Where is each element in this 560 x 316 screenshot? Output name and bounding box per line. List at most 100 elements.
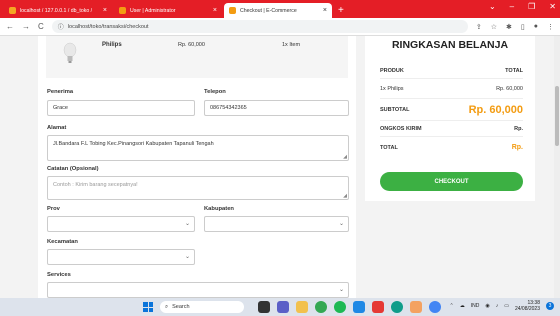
cloud-icon[interactable]: ☁ (460, 303, 465, 309)
page-scrollbar[interactable] (554, 36, 560, 298)
kecamatan-select[interactable]: ⌄ (47, 249, 195, 265)
chevron-down-icon: ⌄ (184, 221, 190, 227)
clock[interactable]: 13:38 24/08/2023 (515, 300, 540, 312)
telepon-input[interactable]: 086754342365 (204, 100, 349, 116)
tab-checkout[interactable]: Checkout | E-Commerce × (224, 3, 332, 18)
summary-title: RINGKASAN BELANJA (391, 39, 509, 51)
kabupaten-select[interactable]: ⌄ (204, 216, 349, 232)
profile-avatar-icon[interactable]: ● (534, 23, 538, 31)
checkout-page: Philips Rp. 60,000 1x Item Penerima Grac… (0, 36, 560, 298)
checkout-button[interactable]: CHECKOUT (380, 172, 523, 191)
light-bulb-image (63, 42, 77, 63)
subtotal-label: SUBTOTAL (380, 107, 410, 113)
penerima-label: Penerima (47, 89, 74, 95)
kabupaten-label: Kabupaten (204, 206, 234, 212)
catatan-textarea[interactable]: Contoh : Kirim barang secepatnya! ◢ (47, 176, 349, 200)
wifi-icon[interactable]: ◉ (485, 303, 489, 309)
catatan-label: Catatan (Opsional) (47, 166, 99, 172)
services-select[interactable]: ⌄ (47, 282, 349, 298)
subtotal-value: Rp. 60,000 (468, 104, 523, 116)
folder-icon[interactable] (410, 301, 422, 313)
chat-icon[interactable] (277, 301, 289, 313)
forward-icon[interactable]: → (22, 22, 30, 31)
phpmyadmin-favicon-icon (9, 7, 16, 14)
site-favicon-icon (229, 7, 236, 14)
url-text: localhost/toko/transaksi/checkout (67, 23, 149, 30)
penerima-value: Grace (53, 105, 68, 111)
tab-search-icon[interactable]: ⌄ (489, 2, 496, 11)
extensions-icon[interactable]: ✱ (506, 23, 512, 31)
tab-label: localhost / 127.0.0.1 / db_toko / (20, 7, 93, 14)
tab-label: Checkout | E-Commerce (240, 7, 297, 14)
battery-icon[interactable]: ▭ (504, 303, 509, 309)
chrome-profile-icon[interactable] (429, 301, 441, 313)
maximize-icon[interactable]: ❐ (528, 2, 535, 11)
taskbar-apps (258, 301, 441, 313)
divider (380, 120, 523, 121)
bookmark-star-icon[interactable]: ☆ (491, 23, 497, 31)
app-icon[interactable] (372, 301, 384, 313)
chevron-up-icon[interactable]: ⌃ (450, 303, 454, 309)
total-label: TOTAL (380, 144, 398, 151)
minimize-icon[interactable]: – (510, 2, 514, 11)
subtotal-row: SUBTOTAL Rp. 60,000 (380, 102, 523, 118)
site-favicon-icon (119, 7, 126, 14)
product-price: Rp. 60,000 (178, 42, 205, 48)
browser-tab-strip: localhost / 127.0.0.1 / db_toko / × User… (0, 0, 560, 18)
url-input[interactable]: ⓘ localhost/toko/transaksi/checkout (51, 20, 468, 33)
close-tab-icon[interactable]: × (323, 7, 327, 14)
chrome-icon[interactable] (315, 301, 327, 313)
clock-date: 24/08/2023 (514, 306, 540, 312)
volume-icon[interactable]: ♪ (496, 303, 499, 309)
scrollbar-thumb[interactable] (555, 86, 559, 146)
share-icon[interactable]: ⇪ (476, 23, 482, 31)
cart-product-row: Philips Rp. 60,000 1x Item (46, 36, 348, 78)
language-indicator[interactable]: IND (471, 303, 480, 309)
taskbar-search-label: Search (172, 304, 190, 310)
address-bar-row: ← → C ⓘ localhost/toko/transaksi/checkou… (0, 18, 560, 36)
close-tab-icon[interactable]: × (103, 7, 107, 14)
alamat-label: Alamat (47, 125, 67, 131)
tab-phpmyadmin[interactable]: localhost / 127.0.0.1 / db_toko / × (4, 3, 112, 18)
file-explorer-icon[interactable] (296, 301, 308, 313)
order-summary-card: RINGKASAN BELANJA PRODUK TOTAL 1x Philip… (365, 36, 535, 201)
close-window-icon[interactable]: ✕ (549, 2, 556, 11)
resize-handle-icon[interactable]: ◢ (343, 193, 347, 199)
ongkos-label: ONGKOS KIRIM (380, 126, 422, 132)
tab-label: User | Administrator (130, 7, 176, 14)
spotify-icon[interactable] (334, 301, 346, 313)
divider (380, 78, 523, 79)
alamat-textarea[interactable]: Jl.Bandara F.L Tobing Kec.Pinangsori Kab… (47, 135, 349, 161)
prov-select[interactable]: ⌄ (47, 216, 195, 232)
back-icon[interactable]: ← (6, 22, 14, 31)
notification-badge[interactable]: 3 (546, 302, 554, 310)
checkout-form-card: Philips Rp. 60,000 1x Item Penerima Grac… (38, 36, 356, 298)
edge-icon[interactable] (391, 301, 403, 313)
site-info-icon[interactable]: ⓘ (58, 22, 64, 31)
telepon-label: Telepon (204, 89, 226, 95)
tab-user-administrator[interactable]: User | Administrator × (114, 3, 222, 18)
windows-start-icon[interactable] (143, 302, 153, 312)
menu-icon[interactable]: ⋮ (547, 23, 554, 31)
new-tab-button[interactable]: + (338, 3, 344, 18)
total-value: Rp. (511, 144, 523, 151)
summary-item-row: 1x Philips Rp. 60,000 (380, 86, 523, 92)
chevron-down-icon: ⌄ (338, 221, 344, 227)
penerima-input[interactable]: Grace (47, 100, 195, 116)
product-name: Philips (102, 42, 122, 48)
summary-header-row: PRODUK TOTAL (380, 68, 523, 74)
ongkos-row: ONGKOS KIRIM Rp. (380, 126, 523, 132)
chevron-down-icon: ⌄ (338, 287, 344, 293)
sidebar-icon[interactable]: ▯ (521, 23, 525, 31)
alamat-value: Jl.Bandara F.L Tobing Kec.Pinangsori Kab… (53, 141, 214, 147)
item-price: Rp. 60,000 (496, 86, 523, 92)
reload-icon[interactable]: C (38, 22, 44, 31)
services-label: Services (47, 272, 71, 278)
close-tab-icon[interactable]: × (213, 7, 217, 14)
taskbar-search-box[interactable]: ⌕ Search (160, 301, 244, 313)
vscode-icon[interactable] (353, 301, 365, 313)
task-view-icon[interactable] (258, 301, 270, 313)
resize-handle-icon[interactable]: ◢ (343, 154, 347, 160)
ongkos-value: Rp. (514, 126, 523, 132)
divider (380, 136, 523, 137)
